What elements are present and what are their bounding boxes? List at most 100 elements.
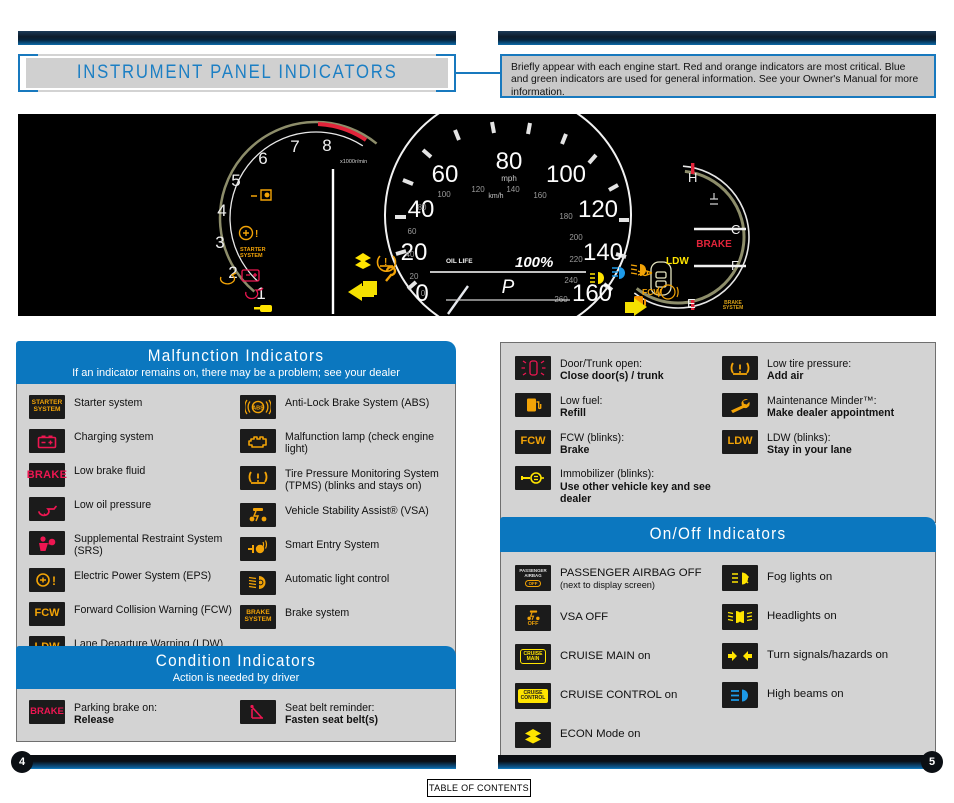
list-item[interactable]: Headlights on — [722, 604, 923, 630]
econ-icon — [515, 721, 551, 748]
svg-text:P: P — [502, 277, 515, 298]
list-item-label: Forward Collision Warning (FCW) — [74, 603, 232, 616]
action-left-column: Door/Trunk open: Close door(s) / trunk L… — [515, 356, 722, 516]
auto-light-icon — [240, 570, 276, 595]
svg-text:8: 8 — [322, 136, 331, 155]
list-item[interactable]: Low oil pressure — [29, 497, 232, 521]
list-item[interactable]: FCW FCW (blinks): Brake — [515, 429, 716, 457]
list-item[interactable]: Turn signals/hazards on — [722, 643, 923, 669]
starter-system-icon: STARTER SYSTEM — [29, 395, 65, 419]
list-item[interactable]: Supplemental Restraint System (SRS) — [29, 531, 232, 558]
list-item-label: Immobilizer (blinks): — [560, 468, 655, 481]
svg-text:140: 140 — [583, 239, 623, 266]
svg-text:80: 80 — [418, 203, 427, 212]
list-item[interactable]: Fog lights on — [722, 565, 923, 591]
list-item-label: Supplemental Restraint System (SRS) — [74, 533, 223, 558]
list-item[interactable]: PASSENGER AIRBAG OFF PASSENGER AIRBAG OFF… — [515, 565, 716, 592]
list-item[interactable]: STARTER SYSTEM Starter system — [29, 395, 232, 419]
title-connector-line — [456, 72, 500, 74]
svg-text:160: 160 — [572, 280, 612, 307]
list-item-label: Charging system — [74, 431, 154, 443]
svg-text:0: 0 — [421, 289, 426, 298]
top-rail-right — [498, 31, 936, 45]
svg-text:!: ! — [255, 229, 258, 240]
svg-text:FCW: FCW — [642, 287, 662, 297]
intro-note-text: Briefly appear with each engine start. R… — [511, 62, 919, 98]
list-item[interactable]: Door/Trunk open: Close door(s) / trunk — [515, 356, 716, 383]
list-item[interactable]: Low fuel: Refill — [515, 392, 716, 420]
intro-note: Briefly appear with each engine start. R… — [500, 54, 936, 98]
svg-text:!: ! — [52, 574, 56, 588]
list-item-action: Release — [74, 714, 115, 727]
list-item[interactable]: ABS Anti-Lock Brake System (ABS) — [240, 395, 443, 419]
list-item-label: Door/Trunk open: — [560, 358, 643, 370]
condition-title: Condition Indicators — [155, 651, 317, 670]
list-item[interactable]: Vehicle Stability Assist® (VSA) — [240, 502, 443, 527]
svg-text:100%: 100% — [515, 254, 553, 271]
list-item-sub: (next to display screen) — [560, 580, 655, 591]
list-item-label: Starter system — [74, 397, 143, 409]
malfunction-title: Malfunction Indicators — [147, 346, 325, 365]
list-item[interactable]: Immobilizer (blinks): Use other vehicle … — [515, 466, 716, 505]
page-title-block: INSTRUMENT PANEL INDICATORS — [18, 54, 456, 92]
tpms-icon — [240, 465, 276, 490]
bottom-rail-right — [498, 755, 936, 769]
list-item-label: Low fuel: — [560, 394, 603, 407]
condition-body: BRAKE Parking brake on: Release Seat bel… — [16, 689, 456, 742]
list-item[interactable]: Tire Pressure Monitoring System (TPMS) (… — [240, 465, 443, 493]
list-item[interactable]: Malfunction lamp (check engine light) — [240, 429, 443, 456]
cruise-main-icon: CRUISE MAIN — [515, 643, 551, 670]
list-item[interactable]: Maintenance Minder™: Make dealer appoint… — [722, 392, 923, 420]
onoff-header: On/Off Indicators — [500, 517, 936, 552]
list-item[interactable]: BRAKE SYSTEM Brake system — [240, 604, 443, 629]
brake-icon: BRAKE — [27, 463, 67, 487]
list-item[interactable]: Low tire pressure: Add air — [722, 356, 923, 383]
smart-entry-icon — [240, 536, 276, 561]
list-item[interactable]: OFF VSA OFF — [515, 604, 716, 631]
onoff-body: PASSENGER AIRBAG OFF PASSENGER AIRBAG OFF… — [500, 552, 936, 763]
malfunction-header: Malfunction Indicators If an indicator r… — [16, 341, 456, 384]
svg-text:7: 7 — [290, 137, 299, 156]
svg-text:LDW: LDW — [666, 256, 689, 267]
list-item[interactable]: BRAKE Low brake fluid — [27, 463, 232, 487]
list-item[interactable]: LDW LDW (blinks): Stay in your lane — [722, 429, 923, 457]
list-item-label: CRUISE CONTROL on — [560, 688, 678, 701]
table-of-contents-button[interactable]: TABLE OF CONTENTS — [427, 779, 531, 797]
svg-text:240: 240 — [564, 276, 578, 285]
list-item-label: Turn signals/hazards on — [767, 649, 889, 661]
svg-text:!: ! — [384, 257, 387, 268]
action-body: Door/Trunk open: Close door(s) / trunk L… — [500, 342, 936, 523]
list-item[interactable]: Charging system — [29, 429, 232, 453]
list-item-label: Malfunction lamp (check engine light) — [285, 431, 434, 456]
list-item-label: Low oil pressure — [74, 499, 152, 511]
list-item[interactable]: Smart Entry System — [240, 536, 443, 561]
svg-text:120: 120 — [578, 196, 618, 223]
list-item-label: Fog lights on — [767, 571, 833, 583]
list-item-action: Make dealer appointment — [767, 407, 895, 420]
list-item[interactable]: Seat belt reminder: Fasten seat belt(s) — [240, 700, 443, 727]
list-item[interactable]: CRUISE MAIN CRUISE MAIN on — [515, 643, 716, 670]
malfunction-subtitle: If an indicator remains on, there may be… — [72, 367, 400, 379]
onoff-right-column: Fog lights on Headlights on Turn signals… — [722, 565, 923, 756]
list-item[interactable]: CRUISE CONTROL CRUISE CONTROL on — [515, 682, 716, 709]
malfunction-indicators-card: Malfunction Indicators If an indicator r… — [16, 341, 456, 677]
wrench-icon — [722, 392, 758, 417]
list-item[interactable]: FCW Forward Collision Warning (FCW) — [29, 601, 232, 626]
list-item[interactable]: ECON Mode on — [515, 721, 716, 748]
low-fuel-icon — [515, 392, 551, 417]
list-item[interactable]: High beams on — [722, 682, 923, 708]
page-number-right: 5 — [921, 751, 943, 773]
svg-text:ABS: ABS — [252, 406, 264, 412]
list-item-action: Stay in your lane — [767, 444, 852, 457]
fcw-icon: FCW — [29, 601, 65, 626]
list-item[interactable]: ! Electric Power System (EPS) — [29, 567, 232, 592]
list-item[interactable]: BRAKE Parking brake on: Release — [29, 700, 232, 727]
svg-text:3: 3 — [215, 233, 224, 252]
svg-text:E: E — [687, 296, 696, 311]
list-item-label: Brake system — [285, 606, 350, 619]
list-item-label: Seat belt reminder: — [285, 702, 375, 714]
list-item[interactable]: Automatic light control — [240, 570, 443, 595]
svg-text:40: 40 — [406, 250, 415, 259]
top-rail-left — [18, 31, 456, 45]
malfunction-body: STARTER SYSTEM Starter system Charging sy… — [16, 384, 456, 677]
